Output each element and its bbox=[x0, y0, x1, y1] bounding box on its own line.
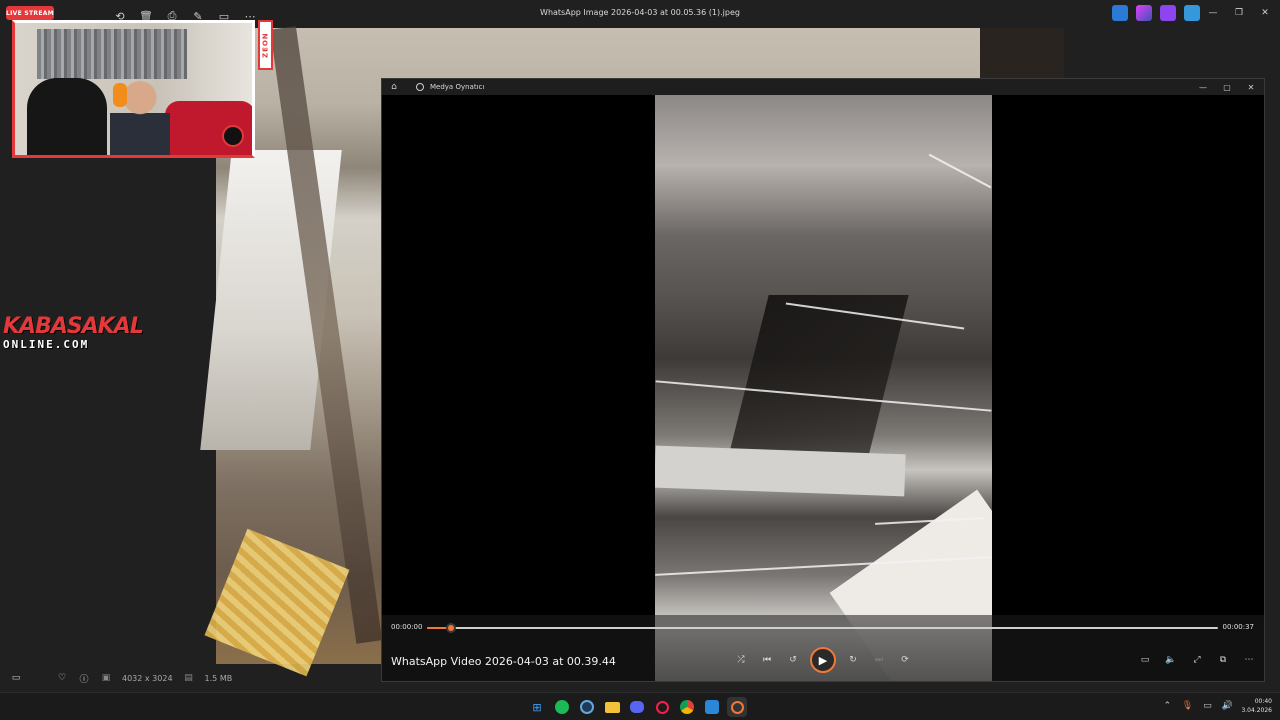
video-highlight bbox=[655, 445, 906, 497]
spotify-icon[interactable] bbox=[552, 697, 572, 717]
webcam-overlay bbox=[12, 20, 255, 158]
player-titlebar: ⌂ Medya Oynatıcı — ▢ ✕ bbox=[382, 79, 1264, 95]
file-size: 1.5 MB bbox=[204, 673, 233, 683]
photos-statusbar: ▭ ♡ ⓘ ▣ 4032 x 3024 ▤ 1.5 MB bbox=[0, 668, 400, 688]
steam-icon[interactable] bbox=[577, 697, 597, 717]
file-explorer-icon[interactable] bbox=[602, 697, 622, 717]
filmstrip-icon[interactable]: ▭ bbox=[10, 672, 22, 684]
live-stream-badge: LIVE STREAM bbox=[6, 6, 54, 20]
webcam-logo-icon bbox=[222, 125, 244, 147]
mini-player-icon[interactable]: ⧉ bbox=[1214, 651, 1232, 669]
taskbar-apps: ⊞ bbox=[527, 697, 747, 717]
seek-thumb[interactable] bbox=[445, 623, 456, 633]
snipping-tool-icon[interactable] bbox=[702, 697, 722, 717]
opera-gx-icon[interactable] bbox=[652, 697, 672, 717]
photos-header-icons bbox=[1112, 5, 1200, 21]
fullscreen-icon[interactable]: ⤢ bbox=[1188, 651, 1206, 669]
subtitles-icon[interactable]: ▭ bbox=[1136, 651, 1154, 669]
media-player-taskbar-icon[interactable] bbox=[727, 697, 747, 717]
maximize-button[interactable]: ❐ bbox=[1230, 4, 1248, 22]
photo-corner bbox=[980, 28, 1064, 78]
previous-icon[interactable]: ⏮ bbox=[758, 651, 776, 669]
network-icon[interactable]: ▭ bbox=[1201, 700, 1213, 712]
sponsor-logo: ZEON bbox=[258, 20, 273, 70]
video-frame[interactable] bbox=[655, 95, 992, 681]
speaker-icon[interactable]: 🔊 bbox=[1221, 700, 1233, 712]
more-options-icon[interactable]: ⋯ bbox=[1240, 651, 1258, 669]
clock-date: 3.04.2026 bbox=[1241, 707, 1272, 714]
image-size-icon: ▣ bbox=[101, 673, 111, 683]
player-minimize-button[interactable]: — bbox=[1196, 80, 1210, 94]
time-current: 00:00:00 bbox=[391, 623, 423, 631]
player-right-controls: ▭ 🔈 ⤢ ⧉ ⋯ bbox=[1136, 651, 1258, 669]
rewind-10-icon[interactable]: ↺ bbox=[784, 651, 802, 669]
window-title: WhatsApp Image 2026-04-03 at 00.05.36 (1… bbox=[540, 8, 740, 17]
webcam-headset bbox=[113, 83, 127, 107]
video-title: WhatsApp Video 2026-04-03 at 00.39.44 bbox=[391, 655, 616, 668]
brand-logo: KABASAKAL ONLINE.COM bbox=[3, 314, 144, 358]
clock[interactable]: 00:40 3.04.2026 bbox=[1241, 697, 1272, 715]
window-controls: — ❐ ✕ bbox=[1204, 4, 1274, 22]
taskbar: ⊞ ⌃ 🎙 ▭ 🔊 00:40 3.04.2026 bbox=[0, 692, 1280, 720]
cloud-icon[interactable] bbox=[1184, 5, 1200, 21]
media-player-icon bbox=[416, 83, 424, 91]
next-icon[interactable]: ⏭ bbox=[870, 651, 888, 669]
webcam-chair bbox=[27, 78, 107, 155]
windows-start-icon[interactable]: ⊞ bbox=[527, 697, 547, 717]
video-streak bbox=[928, 153, 992, 189]
close-button[interactable]: ✕ bbox=[1256, 4, 1274, 22]
player-window-controls: — ▢ ✕ bbox=[1196, 79, 1258, 95]
system-tray: ⌃ 🎙 ▭ 🔊 00:40 3.04.2026 bbox=[1161, 697, 1272, 715]
favorite-icon[interactable]: ♡ bbox=[56, 672, 68, 684]
time-total: 00:00:37 bbox=[1222, 623, 1254, 631]
player-controls: 00:00:00 00:00:37 WhatsApp Video 2026-04… bbox=[382, 615, 1264, 681]
minimize-button[interactable]: — bbox=[1204, 4, 1222, 22]
webcam-shelf bbox=[37, 29, 187, 79]
transport-controls: ⤮ ⏮ ↺ ▶ ↻ ⏭ ⟳ bbox=[732, 647, 914, 673]
info-icon[interactable]: ⓘ bbox=[78, 672, 90, 685]
player-app-title: Medya Oynatıcı bbox=[430, 83, 485, 91]
chrome-icon[interactable] bbox=[677, 697, 697, 717]
file-size-icon: ▤ bbox=[184, 673, 193, 683]
forward-30-icon[interactable]: ↻ bbox=[844, 651, 862, 669]
player-maximize-button[interactable]: ▢ bbox=[1220, 80, 1234, 94]
clock-time: 00:40 bbox=[1254, 698, 1272, 705]
app-icon-1[interactable] bbox=[1112, 5, 1128, 21]
brand-logo-bottom: ONLINE.COM bbox=[3, 338, 90, 351]
repeat-icon[interactable]: ⟳ bbox=[896, 651, 914, 669]
brand-logo-top: KABASAKAL bbox=[3, 314, 144, 339]
microphone-icon[interactable]: 🎙 bbox=[1181, 700, 1193, 712]
image-dimensions: 4032 x 3024 bbox=[122, 673, 173, 683]
seek-bar[interactable] bbox=[427, 623, 1218, 633]
home-icon[interactable]: ⌂ bbox=[382, 79, 406, 95]
shuffle-icon[interactable]: ⤮ bbox=[732, 651, 750, 669]
chevron-up-icon[interactable]: ⌃ bbox=[1161, 700, 1173, 712]
app-icon-3[interactable] bbox=[1160, 5, 1176, 21]
app-icon-2[interactable] bbox=[1136, 5, 1152, 21]
play-button[interactable]: ▶ bbox=[810, 647, 836, 673]
media-player-window: ⌂ Medya Oynatıcı — ▢ ✕ 00:00:00 00:00:37… bbox=[381, 78, 1265, 682]
volume-icon[interactable]: 🔈 bbox=[1162, 651, 1180, 669]
player-close-button[interactable]: ✕ bbox=[1244, 80, 1258, 94]
discord-icon[interactable] bbox=[627, 697, 647, 717]
